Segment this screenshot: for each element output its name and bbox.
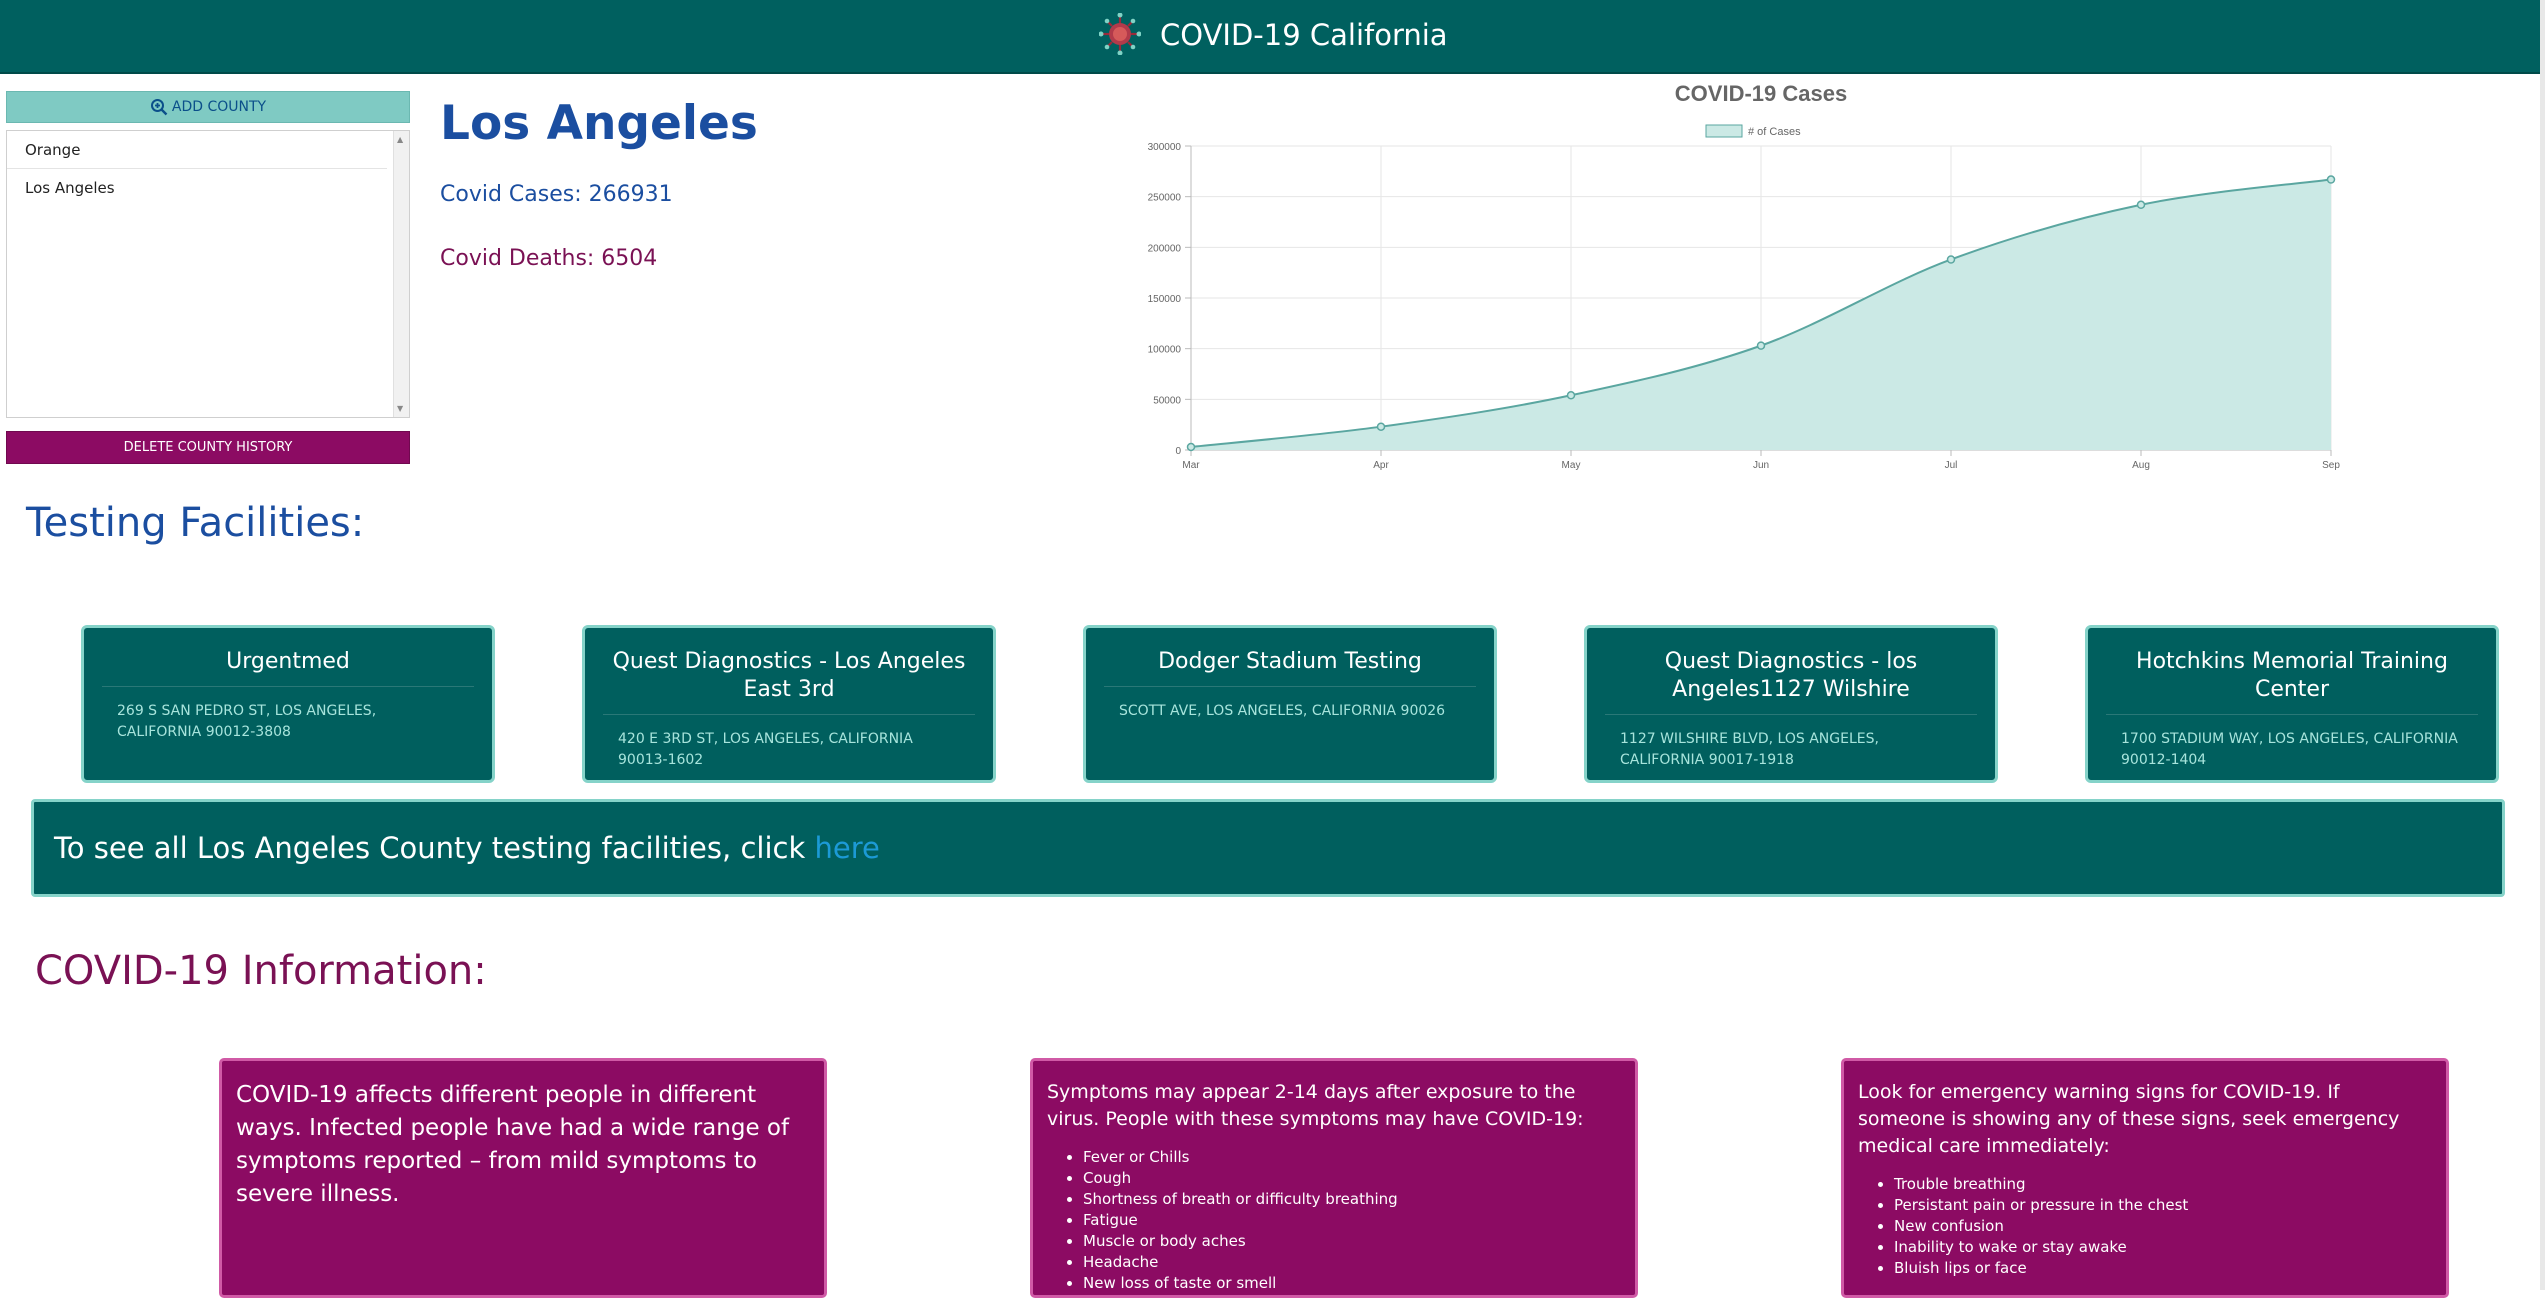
data-point [1756,341,1766,350]
y-tick-label: 300000 [1148,142,1182,153]
info-card-effects: COVID-19 affects different people in dif… [219,1058,827,1298]
data-point [1186,442,1196,452]
x-tick-label: Sep [2322,460,2340,471]
county-name: Los Angeles [440,96,758,151]
list-item: Persistant pain or pressure in the chest [1894,1195,2432,1216]
x-tick-label: Jul [1945,460,1958,471]
data-point [2326,175,2336,184]
x-tick-label: May [1562,460,1581,471]
info-card-emergency: Look for emergency warning signs for COV… [1841,1058,2449,1298]
data-point [1376,422,1386,431]
cases-chart: COVID-19 Cases # of Cases 0 50000 100000 1500… [1148,81,2341,471]
testing-facilities-title: Testing Facilities: [26,500,365,546]
add-county-label: ADD COUNTY [171,99,267,115]
county-item-los-angeles[interactable]: Los Angeles [7,169,387,207]
facility-card[interactable]: Quest Diagnostics - Los Angeles East 3rd… [582,625,996,783]
info-card-symptoms: Symptoms may appear 2-14 days after expo… [1030,1058,1638,1298]
y-tick-label: 50000 [1153,395,1181,406]
facility-card[interactable]: Dodger Stadium Testing SCOTT AVE, LOS AN… [1083,625,1497,783]
chart-title: COVID-19 Cases [1675,81,1847,106]
x-tick-label: Apr [1373,460,1389,471]
list-item: Fever or Chills [1083,1147,1621,1168]
navbar: COVID-19 California [0,0,2540,74]
data-point [1566,391,1576,400]
app-title: COVID-19 California [1160,18,1448,52]
facility-address: 1700 STADIUM WAY, LOS ANGELES, CALIFORNI… [2121,731,2458,768]
facility-name: Quest Diagnostics - Los Angeles East 3rd [603,628,975,715]
list-item: Trouble breathing [1894,1174,2432,1195]
legend-swatch [1705,124,1743,138]
scroll-up-icon[interactable]: ▲ [397,135,403,144]
info-card-text: COVID-19 affects different people in dif… [236,1082,790,1207]
county-history-list[interactable]: Orange Los Angeles ▲ ▼ [6,130,410,418]
facility-name: Dodger Stadium Testing [1104,628,1476,687]
virus-icon [1099,13,1141,55]
warning-signs-list: Trouble breathing Persistant pain or pre… [1858,1174,2432,1279]
covid-information-title: COVID-19 Information: [35,948,487,994]
scroll-down-icon[interactable]: ▼ [397,404,403,413]
facility-address: 1127 WILSHIRE BLVD, LOS ANGELES, CALIFOR… [1620,731,1879,768]
info-card-intro: Look for emergency warning signs for COV… [1858,1081,2400,1157]
facility-address: 420 E 3RD ST, LOS ANGELES, CALIFORNIA 90… [618,731,913,768]
facility-address: 269 S SAN PEDRO ST, LOS ANGELES, CALIFOR… [117,703,377,740]
x-tick-label: Jun [1753,460,1769,471]
data-point [2136,200,2146,210]
facility-name: Quest Diagnostics - los Angeles1127 Wils… [1605,628,1977,715]
data-point [1946,255,1956,264]
facility-name: Hotchkins Memorial Training Center [2106,628,2478,715]
legend-label: # of Cases [1748,126,1801,138]
list-item: Inability to wake or stay awake [1894,1237,2432,1258]
x-tick-label: Aug [2132,460,2150,471]
delete-county-history-button[interactable]: DELETE COUNTY HISTORY [6,431,410,464]
list-item: Shortness of breath or difficulty breath… [1083,1189,1621,1210]
covid-deaths: Covid Deaths: 6504 [440,246,658,271]
list-item: Cough [1083,1168,1621,1189]
facility-address: SCOTT AVE, LOS ANGELES, CALIFORNIA 90026 [1119,703,1446,719]
x-tick-label: Mar [1182,460,1200,471]
symptom-list: Fever or Chills Cough Shortness of breat… [1047,1147,1621,1294]
y-tick-label: 100000 [1148,345,1182,356]
info-card-intro: Symptoms may appear 2-14 days after expo… [1047,1081,1584,1130]
list-item: Muscle or body aches [1083,1231,1621,1252]
list-item: Headache [1083,1252,1621,1273]
list-item: New confusion [1894,1216,2432,1237]
y-tick-label: 200000 [1148,243,1182,254]
y-tick-label: 150000 [1148,294,1182,305]
facility-card[interactable]: Urgentmed 269 S SAN PEDRO ST, LOS ANGELE… [81,625,495,783]
facility-card[interactable]: Quest Diagnostics - los Angeles1127 Wils… [1584,625,1998,783]
list-item: Bluish lips or face [1894,1258,2432,1279]
zoom-in-icon [150,99,168,116]
covid-cases: Covid Cases: 266931 [440,182,673,207]
y-tick-label: 250000 [1148,193,1182,204]
all-facilities-link[interactable]: here [814,831,879,865]
all-facilities-banner: To see all Los Angeles County testing fa… [31,799,2505,897]
county-item-orange[interactable]: Orange [7,131,387,169]
all-facilities-text: To see all Los Angeles County testing fa… [54,831,815,865]
list-item: New loss of taste or smell [1083,1273,1621,1294]
add-county-button[interactable]: ADD COUNTY [6,91,410,123]
list-item: Fatigue [1083,1210,1621,1231]
facility-card[interactable]: Hotchkins Memorial Training Center 1700 … [2085,625,2499,783]
list-scrollbar[interactable]: ▲ ▼ [393,131,409,417]
y-tick-label: 0 [1175,446,1181,457]
page-scrollbar[interactable] [2540,0,2545,1290]
facility-name: Urgentmed [102,628,474,687]
